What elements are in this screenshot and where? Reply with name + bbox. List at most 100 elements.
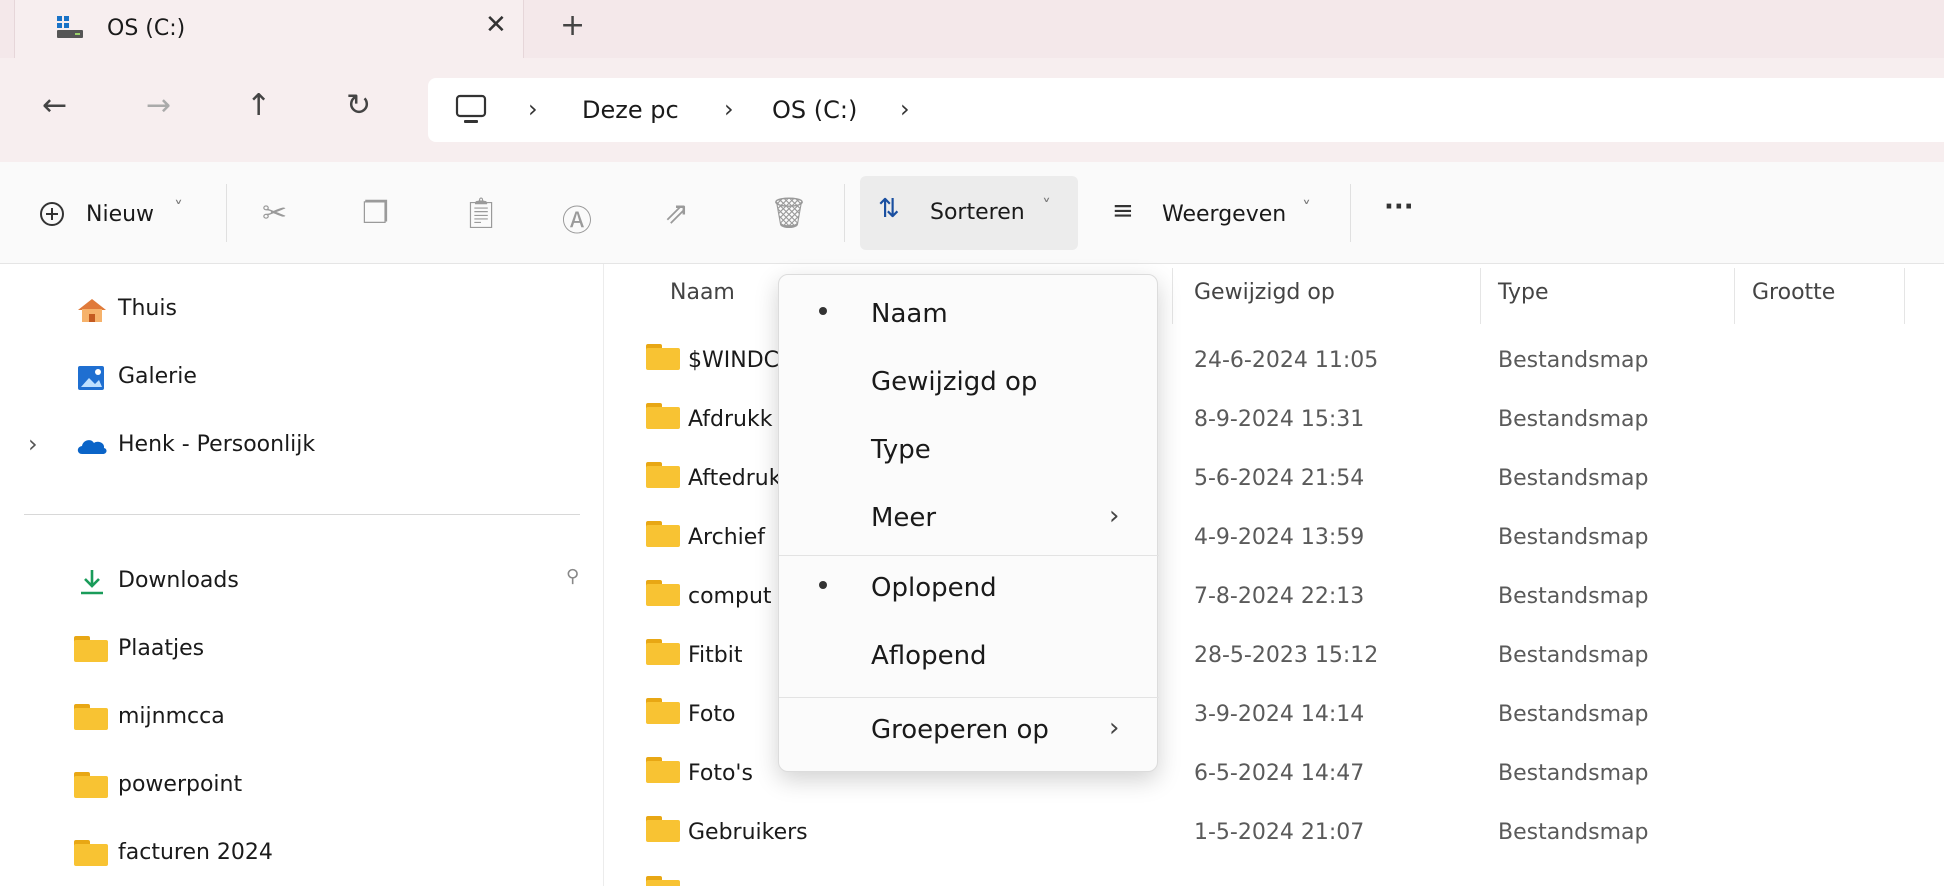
file-type: Bestandsmap bbox=[1498, 761, 1649, 786]
file-type: Bestandsmap bbox=[1498, 466, 1649, 491]
more-options-button[interactable]: ··· bbox=[1384, 192, 1414, 222]
sidebar-item-facturen-2024[interactable]: facturen 2024 bbox=[0, 826, 600, 880]
sidebar-item-label: Henk - Persoonlijk bbox=[118, 432, 316, 457]
menu-item-label: Type bbox=[871, 435, 931, 465]
file-type: Bestandsmap bbox=[1498, 702, 1649, 727]
delete-icon[interactable]: 🗑︎ bbox=[770, 196, 808, 231]
sidebar-item-plaatjes[interactable]: Plaatjes bbox=[0, 622, 600, 676]
column-divider[interactable] bbox=[1480, 268, 1481, 324]
rename-icon[interactable]: Ⓐ bbox=[562, 196, 592, 240]
new-button[interactable]: Nieuw ˅ bbox=[30, 184, 200, 242]
menu-divider bbox=[779, 555, 1159, 556]
new-tab-button[interactable]: + bbox=[560, 8, 585, 43]
file-type: Bestandsmap bbox=[1498, 584, 1649, 609]
sidebar-item-label: Downloads bbox=[118, 568, 239, 593]
expand-chevron-icon[interactable]: › bbox=[28, 430, 38, 458]
selected-dot-icon bbox=[819, 581, 827, 589]
folder-icon bbox=[646, 698, 680, 724]
file-type: Bestandsmap bbox=[1498, 525, 1649, 550]
sidebar-item-label: Plaatjes bbox=[118, 636, 205, 661]
sidebar-item-mijnmcca[interactable]: mijnmcca bbox=[0, 690, 600, 744]
up-button[interactable]: ↑ bbox=[246, 88, 271, 123]
tab-close-button[interactable]: ✕ bbox=[485, 10, 507, 40]
column-header-size[interactable]: Grootte bbox=[1752, 280, 1835, 305]
folder-icon bbox=[646, 639, 680, 665]
computer-icon bbox=[455, 94, 487, 123]
column-divider[interactable] bbox=[1172, 268, 1173, 324]
file-modified: 5-6-2024 21:54 bbox=[1194, 466, 1365, 491]
table-row[interactable] bbox=[604, 864, 1944, 886]
tab-os-c[interactable]: OS (C:) ✕ bbox=[14, 0, 524, 58]
sort-menu-item-meer[interactable]: Meer › bbox=[779, 487, 1159, 549]
sort-menu-item-aflopend[interactable]: Aflopend bbox=[779, 625, 1159, 687]
sidebar-item-thuis[interactable]: Thuis bbox=[0, 282, 600, 336]
file-modified: 3-9-2024 14:14 bbox=[1194, 702, 1365, 727]
back-button[interactable]: ← bbox=[42, 88, 67, 123]
file-modified: 1-5-2024 21:07 bbox=[1194, 820, 1365, 845]
folder-icon bbox=[74, 840, 108, 866]
sort-menu-item-groeperen-op[interactable]: Groeperen op › bbox=[779, 699, 1159, 761]
file-type: Bestandsmap bbox=[1498, 407, 1649, 432]
sidebar-item-label: powerpoint bbox=[118, 772, 243, 797]
share-icon[interactable]: ⇗ bbox=[664, 196, 689, 231]
sort-button-label: Sorteren bbox=[930, 200, 1025, 225]
drive-icon bbox=[57, 16, 83, 38]
sort-menu-item-type[interactable]: Type bbox=[779, 419, 1159, 481]
folder-icon bbox=[646, 521, 680, 547]
sidebar-item-label: Galerie bbox=[118, 364, 197, 389]
copy-icon[interactable]: ❐ bbox=[362, 196, 389, 231]
sidebar-item-label: facturen 2024 bbox=[118, 840, 273, 865]
chevron-down-icon: ˅ bbox=[174, 198, 183, 219]
selected-dot-icon bbox=[819, 307, 827, 315]
forward-button[interactable]: → bbox=[146, 88, 171, 123]
navigation-pane: Thuis Galerie › Henk - Persoonlijk Downl… bbox=[0, 264, 604, 886]
menu-item-label: Oplopend bbox=[871, 573, 997, 603]
breadcrumb-separator[interactable]: › bbox=[900, 95, 910, 123]
breadcrumb-os-c[interactable]: OS (C:) bbox=[772, 96, 857, 124]
sort-menu-item-gewijzigd-op[interactable]: Gewijzigd op bbox=[779, 351, 1159, 413]
chevron-right-icon: › bbox=[1109, 501, 1120, 531]
toolbar-divider bbox=[844, 184, 845, 242]
sort-menu: Naam Gewijzigd op Type Meer › Oplopend A… bbox=[778, 274, 1159, 772]
breadcrumb-deze-pc[interactable]: Deze pc bbox=[582, 96, 679, 124]
view-button[interactable]: ≡ Weergeven ˅ bbox=[1106, 184, 1326, 242]
folder-icon bbox=[74, 636, 108, 662]
file-modified: 7-8-2024 22:13 bbox=[1194, 584, 1365, 609]
sidebar-item-onedrive[interactable]: › Henk - Persoonlijk bbox=[0, 418, 600, 472]
folder-icon bbox=[74, 704, 108, 730]
pin-icon[interactable]: ⚲ bbox=[566, 566, 579, 587]
column-divider[interactable] bbox=[1904, 268, 1905, 324]
refresh-button[interactable]: ↻ bbox=[346, 88, 371, 123]
column-header-modified[interactable]: Gewijzigd op bbox=[1194, 280, 1335, 305]
sidebar-item-galerie[interactable]: Galerie bbox=[0, 350, 600, 404]
sort-menu-item-oplopend[interactable]: Oplopend bbox=[779, 557, 1159, 619]
sort-button[interactable]: ⇅ Sorteren ˅ bbox=[860, 176, 1078, 250]
menu-item-label: Groeperen op bbox=[871, 715, 1049, 745]
file-modified: 28-5-2023 15:12 bbox=[1194, 643, 1379, 668]
view-button-label: Weergeven bbox=[1162, 202, 1287, 227]
folder-icon bbox=[74, 772, 108, 798]
file-modified: 6-5-2024 14:47 bbox=[1194, 761, 1365, 786]
tab-title: OS (C:) bbox=[107, 16, 186, 41]
menu-item-label: Naam bbox=[871, 299, 948, 329]
menu-item-label: Aflopend bbox=[871, 641, 987, 671]
menu-item-label: Gewijzigd op bbox=[871, 367, 1038, 397]
sort-arrows-icon: ⇅ bbox=[878, 194, 900, 224]
cut-icon[interactable]: ✂ bbox=[262, 196, 287, 231]
cloud-icon bbox=[77, 440, 107, 454]
sidebar-item-downloads[interactable]: Downloads ⚲ bbox=[0, 554, 600, 608]
column-divider[interactable] bbox=[1734, 268, 1735, 324]
folder-icon bbox=[646, 757, 680, 783]
sidebar-item-powerpoint[interactable]: powerpoint bbox=[0, 758, 600, 812]
address-bar[interactable]: › Deze pc › OS (C:) › bbox=[428, 78, 1944, 142]
column-header-name[interactable]: Naam bbox=[670, 280, 735, 305]
column-header-type[interactable]: Type bbox=[1498, 280, 1549, 305]
file-type: Bestandsmap bbox=[1498, 348, 1649, 373]
sort-menu-item-naam[interactable]: Naam bbox=[779, 283, 1159, 345]
folder-icon bbox=[646, 816, 680, 842]
folder-icon bbox=[646, 580, 680, 606]
file-modified: 4-9-2024 13:59 bbox=[1194, 525, 1365, 550]
download-icon bbox=[81, 570, 103, 595]
paste-icon[interactable]: 📋︎ bbox=[462, 196, 500, 231]
table-row[interactable]: Gebruikers 1-5-2024 21:07 Bestandsmap bbox=[604, 804, 1944, 864]
